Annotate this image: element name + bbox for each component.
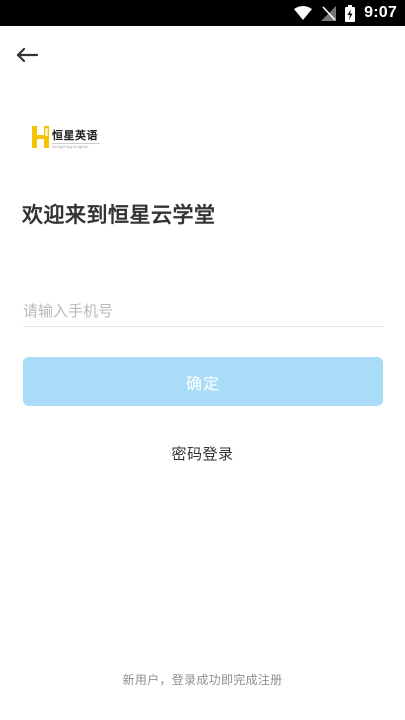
wifi-icon: [294, 6, 313, 20]
signal-off-icon: [321, 5, 337, 21]
confirm-button[interactable]: 确定: [23, 357, 383, 406]
password-login-link[interactable]: 密码登录: [0, 443, 405, 464]
arrow-left-icon: [16, 47, 39, 66]
brand-logo: 恒星英语 HengXing English: [32, 126, 100, 152]
status-bar: 9:07: [0, 0, 405, 26]
logo-text: 恒星英语: [52, 129, 98, 142]
logo-mark-icon: [32, 126, 49, 152]
status-icons: 9:07: [294, 0, 397, 26]
page-title: 欢迎来到恒星云学堂: [22, 203, 216, 227]
status-time: 9:07: [364, 4, 397, 21]
back-button[interactable]: [12, 42, 42, 70]
logo-subtext: HengXing English: [52, 144, 89, 149]
battery-charging-icon: [345, 4, 356, 22]
logo-text-group: 恒星英语 HengXing English: [52, 129, 100, 149]
phone-input[interactable]: [23, 296, 383, 327]
register-note: 新用户，登录成功即完成注册: [122, 673, 283, 687]
login-screen: 9:07 恒星英语 HengXing English 欢迎来到恒星云学堂 请输入…: [0, 0, 405, 720]
